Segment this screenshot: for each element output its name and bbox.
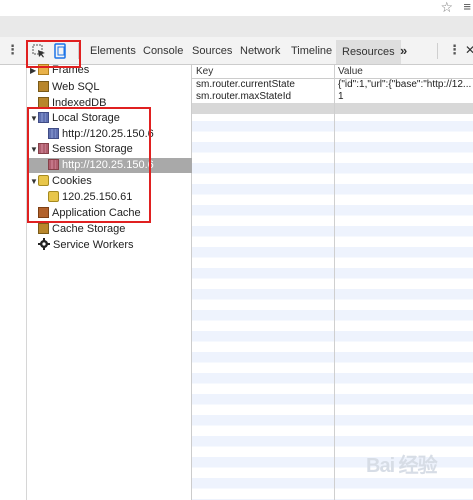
- star-icon[interactable]: ☆: [440, 0, 453, 16]
- toolbar-separator: [437, 43, 438, 59]
- storage-table-body: [192, 79, 473, 500]
- dock-menu-icon[interactable]: ⋮: [6, 42, 19, 58]
- tab-elements[interactable]: Elements: [90, 45, 136, 57]
- browser-content-gap: [0, 16, 473, 37]
- column-header-value[interactable]: Value: [334, 65, 363, 79]
- database-icon: [38, 81, 49, 92]
- watermark: Bai 经验: [366, 455, 438, 477]
- tree-label: Cache Storage: [52, 223, 126, 235]
- tree-label: Service Workers: [53, 239, 134, 251]
- storage-table-header: Key Value: [192, 65, 473, 79]
- tab-sources[interactable]: Sources: [192, 45, 232, 57]
- more-tabs-button[interactable]: »: [400, 43, 407, 58]
- tab-network[interactable]: Network: [240, 45, 280, 57]
- highlight-box: [26, 40, 81, 68]
- highlight-box: [27, 107, 151, 223]
- tab-resources[interactable]: Resources: [336, 40, 401, 64]
- tree-label: Web SQL: [52, 81, 100, 93]
- customize-menu-icon[interactable]: ⋮: [448, 42, 461, 58]
- tree-item-cache-storage[interactable]: Cache Storage: [38, 222, 125, 237]
- value-cell[interactable]: {"id":1,"url":{"base":"http://12...: [338, 79, 471, 91]
- tree-item-web-sql[interactable]: Web SQL: [38, 80, 100, 95]
- sidebar-left-gutter: [0, 65, 27, 500]
- browser-top-bar: ☆ ≡: [0, 0, 473, 16]
- column-divider[interactable]: [334, 65, 335, 500]
- value-cell[interactable]: 1: [338, 91, 471, 103]
- key-cell[interactable]: sm.router.currentState: [196, 79, 332, 91]
- tab-console[interactable]: Console: [143, 45, 183, 57]
- column-header-key[interactable]: Key: [192, 65, 213, 79]
- menu-icon[interactable]: ≡: [463, 0, 471, 14]
- cache-storage-icon: [38, 223, 49, 234]
- table-row[interactable]: sm.router.currentState {"id":1,"url":{"b…: [192, 79, 473, 91]
- table-row[interactable]: sm.router.maxStateId 1: [192, 91, 473, 103]
- close-devtools-button[interactable]: ✕: [465, 43, 473, 57]
- tab-timeline[interactable]: Timeline: [291, 45, 332, 57]
- gear-icon: [38, 238, 50, 250]
- key-cell[interactable]: sm.router.maxStateId: [196, 91, 332, 103]
- tree-item-service-workers[interactable]: Service Workers: [38, 238, 133, 253]
- table-row-empty-selected[interactable]: [192, 103, 473, 114]
